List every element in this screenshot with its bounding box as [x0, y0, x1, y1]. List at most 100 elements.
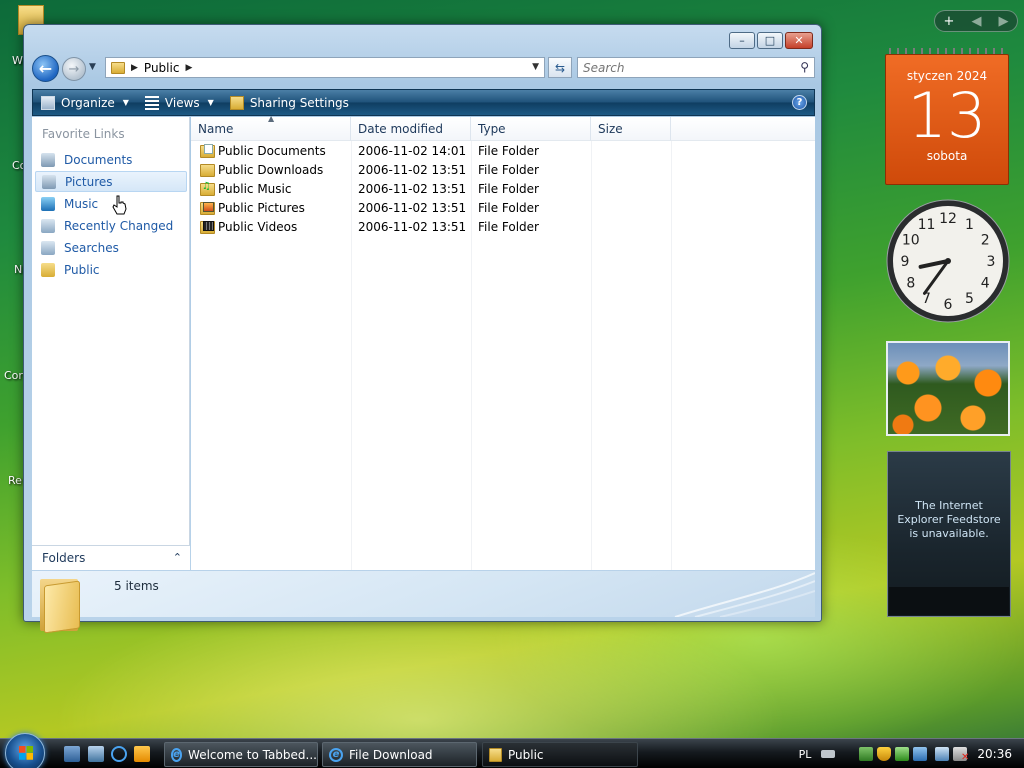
- file-date: 2006-11-02 13:51: [358, 182, 467, 196]
- clock-numeral: 1: [965, 217, 974, 233]
- back-button[interactable]: ←: [32, 55, 59, 82]
- taskbar-button-welcome[interactable]: e Welcome to Tabbed...: [164, 742, 318, 767]
- desktop-icon-label: N: [14, 263, 23, 276]
- downloads-folder-icon: [200, 164, 215, 177]
- next-icon[interactable]: ▶: [998, 14, 1008, 29]
- clock-numeral: 6: [944, 297, 953, 313]
- documents-folder-icon: [200, 144, 215, 158]
- refresh-icon: ⇆: [554, 60, 566, 75]
- breadcrumb-arrow-icon[interactable]: ▶: [185, 63, 192, 73]
- clock-numeral: 5: [965, 291, 974, 307]
- search-input[interactable]: [583, 60, 783, 75]
- security-shield-icon[interactable]: [877, 747, 892, 761]
- clock-numeral: 8: [906, 276, 915, 292]
- minimize-button[interactable]: –: [729, 32, 755, 49]
- sharing-settings-button[interactable]: Sharing Settings: [222, 90, 357, 115]
- column-header-type[interactable]: Type: [471, 117, 591, 141]
- sidebar-controls: + ◀ ▶: [934, 10, 1018, 32]
- feed-headlines-gadget[interactable]: The Internet Explorer Feedstore is unava…: [887, 451, 1011, 617]
- desktop-icon-label: Re: [8, 474, 22, 487]
- folder-icon: [41, 262, 55, 277]
- volume-muted-icon[interactable]: ✕: [953, 747, 969, 763]
- column-header-size[interactable]: Size: [591, 117, 671, 141]
- explorer-window: – □ ✕ ← → ▼ ▶ Public ▶ ▼ ⇆ ⚲ Organize ▼ …: [23, 24, 822, 634]
- maximize-button[interactable]: □: [757, 32, 783, 49]
- keyboard-icon[interactable]: [821, 750, 836, 758]
- column-header-name[interactable]: Name ▲: [191, 114, 351, 141]
- favorite-links-title: Favorite Links: [42, 127, 125, 141]
- refresh-button[interactable]: ⇆: [548, 57, 572, 78]
- column-date-label: Date modified: [358, 121, 444, 136]
- folders-toggle[interactable]: Folders ⌃: [32, 545, 190, 570]
- clock-numeral: 4: [981, 276, 990, 292]
- taskbar-button-public[interactable]: Public: [482, 742, 638, 767]
- folder-icon: [489, 747, 502, 762]
- clock-numeral: 12: [939, 211, 957, 227]
- clock-numeral: 10: [902, 233, 920, 249]
- address-bar[interactable]: ▶ Public ▶ ▼: [105, 57, 545, 78]
- organize-button[interactable]: Organize ▼: [33, 90, 137, 115]
- nav-item-music[interactable]: Music: [35, 193, 187, 214]
- forward-button[interactable]: →: [62, 57, 86, 81]
- previous-icon[interactable]: ◀: [971, 14, 981, 29]
- nav-item-pictures[interactable]: Pictures: [35, 171, 187, 192]
- navigation-pane: Favorite Links Documents Pictures Music …: [32, 117, 190, 545]
- show-desktop-icon[interactable]: [64, 746, 80, 762]
- help-icon[interactable]: ?: [792, 95, 807, 110]
- calendar-weekday: sobota: [926, 149, 968, 163]
- calendar-gadget[interactable]: styczen 2024 13 sobota: [885, 48, 1009, 185]
- documents-icon: [41, 152, 55, 167]
- breadcrumb-public[interactable]: Public: [144, 61, 180, 75]
- hand-cursor-icon: [112, 195, 127, 215]
- start-button[interactable]: [5, 733, 45, 768]
- table-row[interactable]: Public Videos 2006-11-02 13:51 File Fold…: [191, 218, 815, 237]
- search-box[interactable]: ⚲: [577, 57, 815, 78]
- pictures-icon: [42, 174, 56, 189]
- address-dropdown-icon[interactable]: ▼: [532, 62, 539, 72]
- internet-explorer-icon[interactable]: [111, 746, 127, 762]
- views-icon: [144, 95, 159, 110]
- checkmark-icon[interactable]: [895, 747, 910, 761]
- feed-message: The Internet Explorer Feedstore is unava…: [897, 499, 1001, 540]
- taskbar-button-file-download[interactable]: e File Download: [322, 742, 477, 767]
- large-folder-icon: [40, 573, 80, 634]
- clock-gadget[interactable]: 1234567891011 12: [886, 199, 1010, 323]
- network-icon[interactable]: [935, 747, 950, 761]
- column-header-date[interactable]: Date modified: [351, 117, 471, 141]
- table-row[interactable]: Public Downloads 2006-11-02 13:51 File F…: [191, 161, 815, 180]
- table-row[interactable]: Public Documents 2006-11-02 14:01 File F…: [191, 142, 815, 161]
- language-indicator[interactable]: PL: [799, 748, 812, 761]
- nav-item-documents[interactable]: Documents: [35, 149, 187, 170]
- clock-center: [945, 258, 951, 264]
- views-label: Views: [164, 95, 200, 110]
- switch-windows-icon[interactable]: [88, 746, 104, 762]
- nav-item-searches[interactable]: Searches: [35, 237, 187, 258]
- column-size-label: Size: [598, 121, 623, 136]
- file-type: File Folder: [478, 144, 539, 158]
- clock-time[interactable]: 20:36: [977, 747, 1012, 761]
- breadcrumb-arrow-icon[interactable]: ▶: [131, 63, 138, 73]
- sync-icon[interactable]: [913, 747, 928, 761]
- nav-item-public[interactable]: Public: [35, 259, 187, 280]
- recent-pages-dropdown[interactable]: ▼: [89, 62, 96, 72]
- table-row[interactable]: Public Music 2006-11-02 13:51 File Folde…: [191, 180, 815, 199]
- table-row[interactable]: Public Pictures 2006-11-02 13:51 File Fo…: [191, 199, 815, 218]
- videos-folder-icon: [200, 221, 215, 234]
- views-button[interactable]: Views ▼: [137, 90, 222, 115]
- media-player-icon[interactable]: [134, 746, 150, 762]
- back-arrow-icon: ←: [38, 59, 53, 78]
- internet-explorer-icon: e: [171, 747, 183, 762]
- nav-item-label: Documents: [64, 152, 133, 167]
- file-type: File Folder: [478, 163, 539, 177]
- file-name: Public Music: [218, 182, 292, 196]
- search-icon[interactable]: ⚲: [800, 60, 809, 74]
- organize-icon: [41, 95, 55, 110]
- file-date: 2006-11-02 13:51: [358, 220, 467, 234]
- users-icon[interactable]: [859, 747, 874, 761]
- close-button[interactable]: ✕: [785, 32, 813, 49]
- nav-item-recently-changed[interactable]: Recently Changed: [35, 215, 187, 236]
- column-header-empty: [671, 117, 815, 141]
- slideshow-gadget[interactable]: [886, 341, 1010, 436]
- add-gadget-icon[interactable]: +: [944, 14, 955, 29]
- clock-numeral: 9: [901, 254, 910, 270]
